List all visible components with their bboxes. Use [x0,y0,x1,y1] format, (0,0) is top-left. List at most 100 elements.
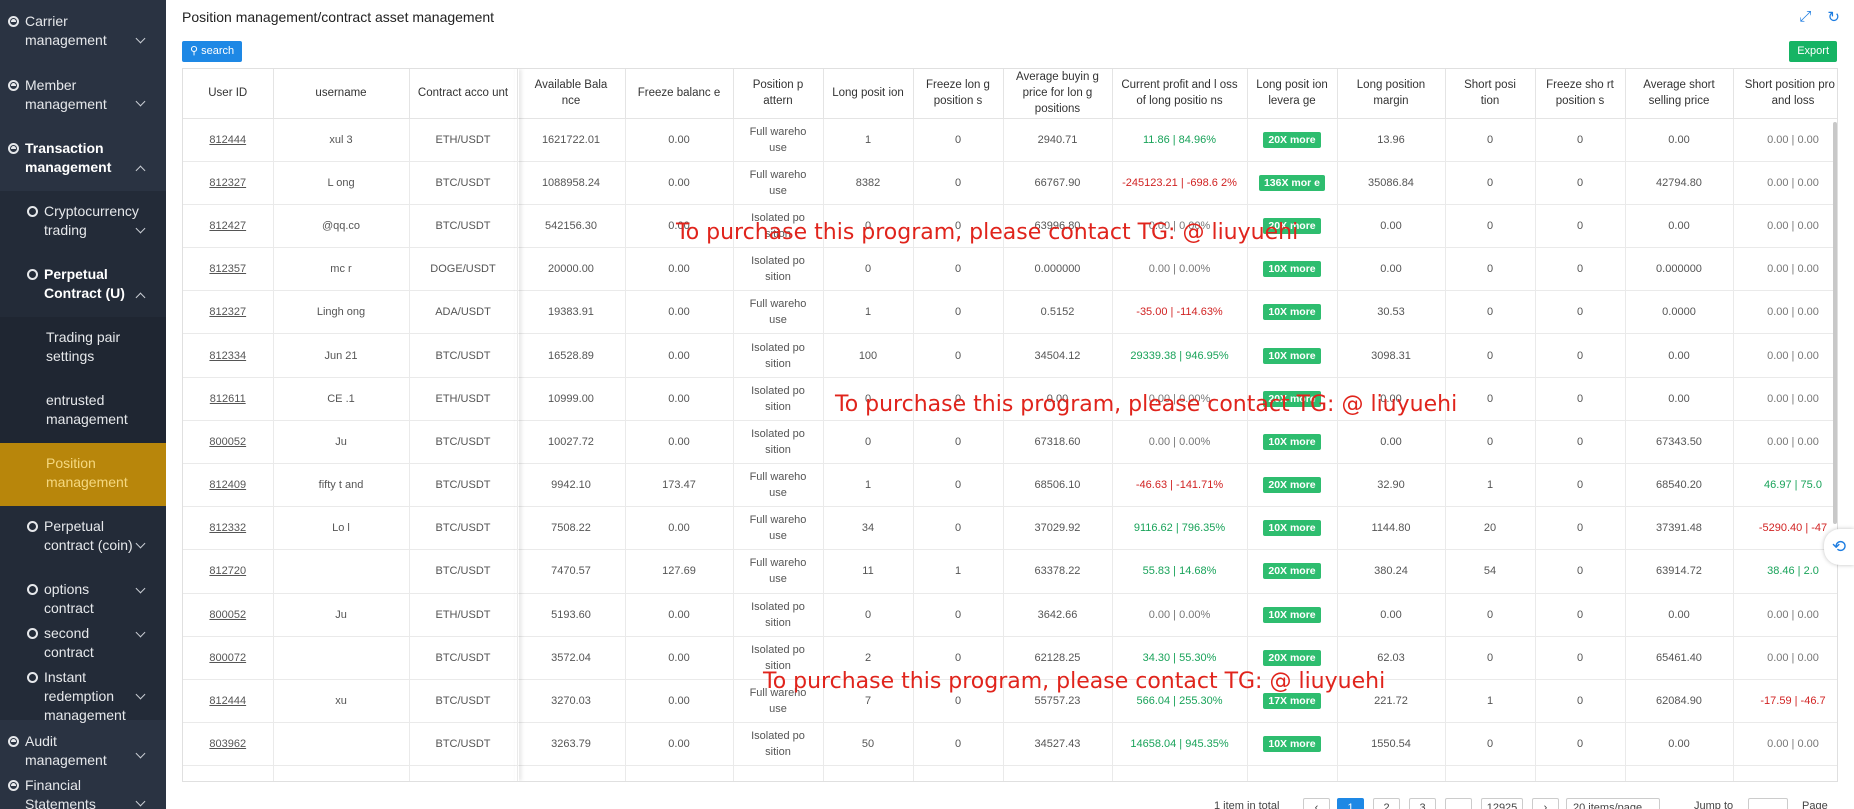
cell-uid[interactable]: 812427 [183,204,274,249]
cell-uid[interactable]: 812334 [183,333,274,378]
cell-uid[interactable]: 812611 [183,377,274,421]
cell-spnl: -5290.40 | -47 [1733,506,1837,551]
cell-lev[interactable]: 20X more [1247,463,1338,508]
column-header: Freeze lon g position s [913,69,1004,119]
page-button-2[interactable]: 2 [1373,798,1400,809]
sidebar-item-financial-statements[interactable]: Financial Statements [0,764,166,809]
cell-lev[interactable]: 10X more [1247,247,1338,292]
leverage-badge[interactable]: 10X more [1263,347,1321,364]
cell-uid[interactable]: 812444 [183,679,274,724]
refresh-icon[interactable]: ↻ [1827,8,1840,26]
page-ellipsis[interactable]: ... [1445,798,1472,809]
cell-sp [1445,765,1536,781]
cell-lev[interactable]: 136X mor e [1247,161,1338,205]
cell-avgs: 62084.90 [1625,679,1734,724]
leverage-badge[interactable]: 10X more [1263,433,1321,450]
cell-uid[interactable] [183,765,274,781]
cell-bal: 16528.89 [517,333,626,378]
cell-spnl: 0.00 | 0.00 [1733,204,1837,249]
prev-page-button[interactable]: ‹ [1303,798,1330,809]
cell-uid[interactable]: 812357 [183,247,274,292]
cell-uid[interactable]: 803962 [183,722,274,767]
sidebar-item-perpetual-contract-coin[interactable]: Perpetual contract (coin) [0,506,166,569]
cell-bal: 10999.00 [517,377,626,421]
leverage-badge[interactable]: 10X more [1263,520,1321,537]
cell-lev[interactable]: 10X more [1247,506,1338,551]
sidebar-item-options-contract[interactable]: options contract [0,569,166,616]
cell-uid[interactable]: 800072 [183,636,274,680]
export-button[interactable]: Export [1789,41,1837,62]
cell-lev[interactable]: 10X more [1247,722,1338,767]
cell-lp: 1 [823,463,914,508]
dashboard-icon [8,80,19,91]
cell-pnl: 0.00 | 0.00% [1112,593,1248,637]
table-row: 812327 Lingh ong ADA/USDT 19383.91 0.00 Full … [183,290,1837,335]
cell-lev[interactable]: 10X more [1247,333,1338,378]
leverage-badge[interactable]: 20X more [1263,563,1321,580]
leverage-badge[interactable]: 10X more [1263,606,1321,623]
cell-lev[interactable]: 10X more [1247,593,1338,637]
cell-sp: 20 [1445,506,1536,551]
cell-fsp: 0 [1535,549,1626,594]
jump-input[interactable] [1748,798,1788,809]
leverage-badge[interactable]: 10X more [1263,736,1321,753]
leverage-badge[interactable]: 20X more [1263,131,1321,148]
sidebar-item-member-management[interactable]: Member management [0,64,166,127]
cell-uid[interactable]: 812444 [183,118,274,162]
vertical-scrollbar[interactable] [1833,122,1837,524]
sidebar-item-second-contract[interactable]: second contract [0,613,166,660]
cell-uid[interactable]: 800052 [183,593,274,637]
leverage-badge[interactable]: 10X more [1263,304,1321,321]
cell-pnl: 55.83 | 14.68% [1112,549,1248,594]
leverage-badge[interactable]: 20X more [1263,477,1321,494]
cell-frz: 0.00 [625,290,734,335]
cell-uid[interactable]: 812409 [183,463,274,508]
column-header: Contract acco unt [409,69,518,119]
table-row: 812357 mc r DOGE/USDT 20000.00 0.00 Isolated … [183,247,1837,292]
sidebar-item-audit-management[interactable]: Audit management [0,720,166,768]
column-header: Average short selling price [1625,69,1734,119]
cell-frz: 0.00 [625,506,734,551]
dashboard-icon [8,16,19,27]
cell-sp: 54 [1445,549,1536,594]
fullscreen-icon[interactable]: ⤢ [1799,8,1811,26]
leverage-badge[interactable]: 136X mor e [1258,174,1326,191]
cell-user: xul 3 [273,118,410,162]
sidebar-item-trading-pair-settings[interactable]: Trading pair settings [0,317,166,380]
next-page-button[interactable]: › [1532,798,1559,809]
cell-lev[interactable]: 20X more [1247,549,1338,594]
sidebar-item-instant-redemption[interactable]: Instant redemption management [0,657,166,723]
cell-uid[interactable]: 800052 [183,420,274,465]
cell-uid[interactable]: 812327 [183,290,274,335]
leverage-badge[interactable]: 10X more [1263,261,1321,278]
sidebar-item-cryptocurrency-trading[interactable]: Cryptocurrency trading [0,191,166,254]
sidebar-item-perpetual-contract-u[interactable]: Perpetual Contract (U) [0,254,166,317]
cell-lev[interactable]: 10X more [1247,290,1338,335]
cell-lm: 1550.54 [1337,722,1446,767]
cell-flp: 0 [913,463,1004,508]
page-button-1[interactable]: 1 [1337,798,1364,809]
cell-lev[interactable]: 20X more [1247,118,1338,162]
cell-uid[interactable]: 812327 [183,161,274,205]
page-button-last[interactable]: 12925 [1481,798,1523,809]
dashboard-icon [27,672,38,683]
sidebar-item-transaction-management[interactable]: Transaction management [0,127,166,191]
cell-lev[interactable] [1247,765,1338,781]
cell-uid[interactable]: 812720 [183,549,274,594]
cell-user: @qq.co [273,204,410,249]
sidebar-item-position-management[interactable]: Position management [0,443,166,506]
cell-avgs: 37391.48 [1625,506,1734,551]
cell-lm: 380.24 [1337,549,1446,594]
translate-float-icon[interactable]: ⟲ [1824,529,1854,565]
page-button-3[interactable]: 3 [1409,798,1436,809]
watermark-3: To purchase this program, please contact… [763,669,1386,694]
cell-uid[interactable]: 812332 [183,506,274,551]
cell-lev[interactable]: 10X more [1247,420,1338,465]
leverage-badge[interactable]: 17X more [1263,693,1321,710]
leverage-badge[interactable]: 20X more [1263,649,1321,666]
cell-pnl: 9116.62 | 796.35% [1112,506,1248,551]
sidebar-item-carrier-management[interactable]: Carrier management [0,0,166,64]
page-size-select[interactable]: 20 items/page [1566,798,1660,809]
search-button[interactable]: ⚲ search [182,41,243,62]
sidebar-item-entrusted-management[interactable]: entrusted management [0,380,166,443]
